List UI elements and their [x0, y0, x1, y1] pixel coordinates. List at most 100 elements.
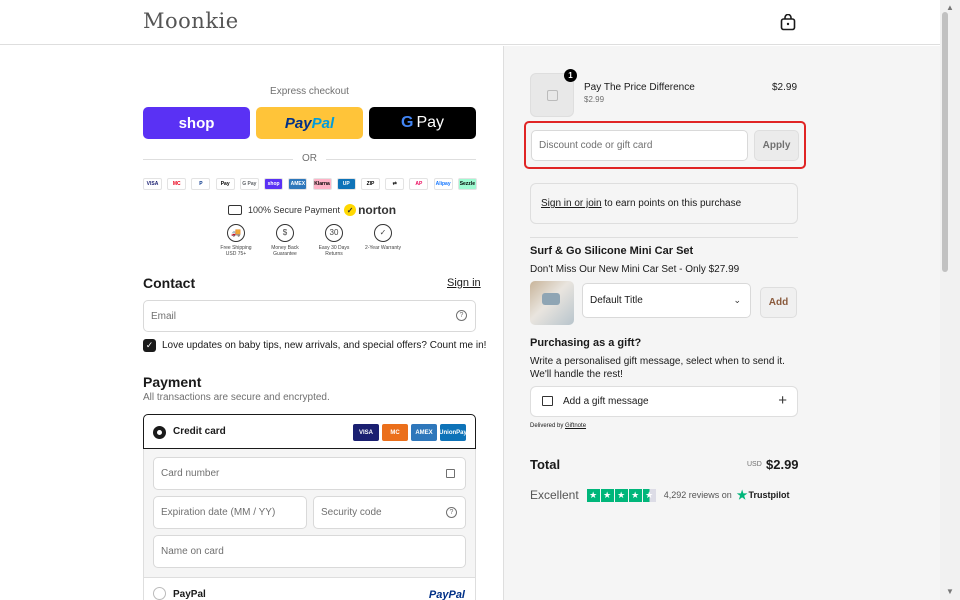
variant-select[interactable]: Default Title ⌄	[582, 283, 751, 318]
plus-icon: +	[778, 392, 787, 409]
payment-method-icon: ⇄	[385, 178, 405, 190]
trust-badges: 🚚 Free Shipping USD 75+ $ Money Back Guaran…	[217, 224, 402, 257]
shopping-bag-icon[interactable]	[780, 14, 796, 31]
total-value: $2.99	[766, 457, 799, 472]
payment-methods-row: VISA MC P Pay G Pay shop AMEX Klarna UP ZIP ⇄ AP Ali…	[143, 178, 477, 192]
expiry-field[interactable]: Expiration date (MM / YY)	[153, 496, 307, 529]
credit-card-radio[interactable]	[153, 426, 166, 439]
card-brand-logo: AMEX	[411, 424, 437, 441]
checkout-form: Express checkout shop Pay Pal G Pay OR VI…	[0, 46, 503, 600]
item-price: $2.99	[772, 82, 798, 93]
payment-method-icon: G Pay	[239, 178, 259, 190]
trustpilot-star-icon: ★	[586, 488, 600, 502]
add-gift-message-button[interactable]: Add a gift message +	[530, 386, 798, 417]
trustpilot-logo: ★ Trustpilot	[737, 488, 790, 502]
rewards-text: to earn points on this purchase	[601, 198, 742, 209]
card-number-field[interactable]: Card number	[153, 457, 466, 490]
scroll-down-arrow[interactable]: ▼	[946, 587, 954, 596]
trust-badge: 30 Easy 30 Days Returns	[315, 224, 353, 257]
discount-code-input[interactable]: Discount code or gift card	[531, 130, 748, 161]
trust-badge-label: Money Back Guarantee	[271, 245, 299, 257]
shop-pay-button[interactable]: shop	[143, 107, 250, 139]
norton-check-icon: ✓	[344, 204, 357, 216]
chevron-down-icon: ⌄	[733, 295, 741, 305]
item-name: Pay The Price Difference	[584, 82, 695, 93]
payment-method-icon: shop	[264, 178, 284, 190]
delivered-by: Delivered by Giftnote	[530, 423, 586, 429]
trustpilot-star-icon: ★	[614, 488, 628, 502]
payment-method-icon: VISA	[143, 178, 162, 190]
card-brand-logo: MC	[382, 424, 408, 441]
security-code-field[interactable]: Security code ?	[313, 496, 466, 529]
trustpilot-rating-word: Excellent	[530, 488, 579, 502]
card-brand-logos: VISA MC AMEX UnionPay	[353, 424, 467, 441]
gift-message-label: Add a gift message	[563, 396, 649, 407]
security-code-placeholder: Security code	[321, 507, 382, 518]
name-on-card-field[interactable]: Name on card	[153, 535, 466, 568]
trustpilot-reviews: 4,292 reviews on	[663, 490, 732, 500]
upsell-title: Surf & Go Silicone Mini Car Set	[530, 245, 694, 257]
payment-method-icon: P	[191, 178, 211, 190]
scroll-up-arrow[interactable]: ▲	[946, 3, 954, 12]
payment-method-icon: MC	[167, 178, 187, 190]
newsletter-checkbox[interactable]: ✓	[143, 339, 156, 352]
norton-label: norton	[358, 203, 397, 217]
paypal-option[interactable]: PayPal PayPal	[143, 577, 476, 600]
norton-logo: ✓ norton	[344, 203, 396, 217]
express-checkout-title: Express checkout	[270, 86, 349, 97]
store-logo[interactable]: Moonkie	[143, 9, 239, 33]
variant-select-value: Default Title	[590, 295, 643, 306]
divider	[530, 237, 798, 238]
trustpilot-row[interactable]: Excellent ★ ★ ★ ★ ★ 4,292 reviews on ★ Trust…	[530, 488, 790, 502]
total-label: Total	[530, 457, 561, 472]
google-pay-button[interactable]: G Pay	[369, 107, 476, 139]
trust-badge: 🚚 Free Shipping USD 75+	[217, 224, 255, 257]
payment-method-icon: Klarna	[312, 178, 332, 190]
card-number-placeholder: Card number	[161, 468, 220, 479]
paypal-express-button[interactable]: Pay Pal	[256, 107, 363, 139]
payment-method-icon: Pay	[215, 178, 235, 190]
secure-payment-row: 100% Secure Payment ✓ norton	[228, 203, 396, 217]
credit-card-fields: Card number Expiration date (MM / YY) Se…	[143, 449, 476, 577]
scrollbar-thumb[interactable]	[942, 12, 948, 272]
trust-badge-icon: 🚚	[227, 224, 245, 242]
trust-badge-icon: 30	[325, 224, 343, 242]
header: Moonkie	[0, 0, 940, 45]
google-g-icon: G	[400, 114, 414, 131]
trustpilot-stars: ★ ★ ★ ★ ★	[586, 488, 656, 502]
upsell-subtitle: Don't Miss Our New Mini Car Set - Only $…	[530, 264, 740, 275]
trust-badge: $ Money Back Guarantee	[266, 224, 304, 257]
add-upsell-button[interactable]: Add	[760, 287, 797, 318]
help-icon[interactable]: ?	[446, 506, 457, 518]
payment-method-icon: AP	[409, 178, 429, 190]
expiry-placeholder: Expiration date (MM / YY)	[161, 507, 276, 518]
item-variant: $2.99	[584, 95, 605, 104]
paypal-radio[interactable]	[153, 587, 166, 600]
secure-payment-text: 100% Secure Payment	[248, 205, 341, 215]
scrollbar[interactable]: ▲ ▼	[940, 0, 960, 600]
delivered-prefix: Delivered by	[530, 423, 566, 429]
total-currency: USD	[747, 461, 762, 468]
apply-button[interactable]: Apply	[754, 130, 799, 161]
credit-card-option[interactable]: Credit card VISA MC AMEX UnionPay	[143, 414, 476, 449]
email-field[interactable]: Email ?	[143, 300, 476, 332]
payment-title: Payment	[143, 374, 202, 390]
or-line-right	[326, 159, 476, 160]
payment-method-icon: UP	[336, 178, 356, 190]
credit-card-label: Credit card	[173, 426, 226, 437]
newsletter-label: Love updates on baby tips, new arrivals,…	[162, 340, 487, 351]
card-shield-icon	[228, 205, 242, 215]
name-on-card-placeholder: Name on card	[161, 546, 224, 557]
card-brand-logo: VISA	[353, 424, 379, 441]
sign-in-link[interactable]: Sign in	[447, 277, 481, 289]
sign-in-or-join-link[interactable]: Sign in or join	[541, 198, 602, 209]
trust-badge-icon: ✓	[374, 224, 392, 242]
discount-placeholder: Discount code or gift card	[539, 140, 653, 151]
paypal-label-pay: Pay	[284, 114, 312, 132]
payment-method-icon: ZIP	[360, 178, 380, 190]
payment-method-icon: Alipay	[433, 178, 453, 190]
email-placeholder: Email	[151, 310, 177, 322]
help-icon[interactable]: ?	[456, 310, 467, 321]
trust-badge-label: 2-Year Warranty	[364, 245, 402, 251]
giftnote-link[interactable]: Giftnote	[565, 423, 586, 429]
